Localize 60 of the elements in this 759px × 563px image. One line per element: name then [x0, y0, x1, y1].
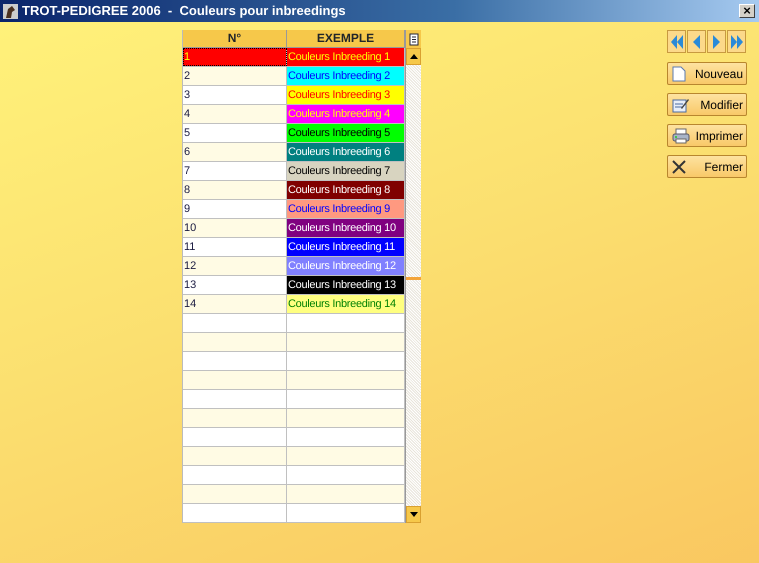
new-button[interactable]: Nouveau	[667, 62, 747, 85]
printer-icon	[672, 128, 690, 144]
color-example-cell[interactable]: Couleurs Inbreeding 6	[287, 143, 405, 161]
scrollbar-thumb[interactable]	[406, 277, 421, 280]
example-text: Couleurs Inbreeding 4	[288, 108, 390, 120]
example-text: Couleurs Inbreeding 9	[288, 203, 390, 215]
number-cell[interactable]: 8	[183, 181, 287, 199]
column-header[interactable]: N°	[183, 30, 287, 47]
color-example-cell[interactable]: Couleurs Inbreeding 9	[287, 200, 405, 218]
print-button[interactable]: Imprimer	[667, 124, 747, 147]
color-example-cell[interactable]: Couleurs Inbreeding 7	[287, 162, 405, 180]
number-cell[interactable]: 12	[183, 257, 287, 275]
number-cell[interactable]: 2	[183, 67, 287, 85]
color-example-cell[interactable]: Couleurs Inbreeding 13	[287, 276, 405, 294]
close-window-button[interactable]: Fermer	[667, 155, 747, 178]
example-text: Couleurs Inbreeding 11	[288, 241, 395, 253]
number-cell[interactable]: 4	[183, 105, 287, 123]
next-record-button[interactable]	[707, 30, 726, 53]
example-text: Couleurs Inbreeding 5	[288, 127, 390, 139]
number-cell[interactable]: 14	[183, 295, 287, 313]
color-example-cell[interactable]: Couleurs Inbreeding 10	[287, 219, 405, 237]
double-left-arrow-icon	[670, 34, 682, 48]
left-arrow-icon	[693, 34, 700, 48]
pencil-form-icon	[672, 96, 690, 112]
color-example-cell[interactable]: Couleurs Inbreeding 5	[287, 124, 405, 142]
down-arrow-icon	[410, 512, 418, 517]
scroll-down-button[interactable]	[406, 506, 421, 523]
up-arrow-icon	[410, 54, 418, 59]
previous-record-button[interactable]	[687, 30, 706, 53]
example-text: Couleurs Inbreeding 10	[288, 222, 396, 234]
color-example-cell[interactable]: Couleurs Inbreeding 3	[287, 86, 405, 104]
example-text: Couleurs Inbreeding 12	[288, 260, 396, 272]
document-icon	[672, 66, 686, 82]
example-text: Couleurs Inbreeding 14	[288, 298, 396, 310]
color-example-cell[interactable]: Couleurs Inbreeding 8	[287, 181, 405, 199]
first-record-button[interactable]	[667, 30, 686, 53]
edit-button[interactable]: Modifier	[667, 93, 747, 116]
right-arrow-icon	[713, 34, 720, 48]
close-x-icon	[672, 160, 686, 174]
number-cell[interactable]: 6	[183, 143, 287, 161]
example-text: Couleurs Inbreeding 6	[288, 146, 390, 158]
number-cell[interactable]: 10	[183, 219, 287, 237]
color-example-cell[interactable]: Couleurs Inbreeding 11	[287, 238, 405, 256]
example-text: Couleurs Inbreeding 1	[288, 51, 390, 63]
number-cell[interactable]: 1	[183, 48, 287, 66]
color-example-cell[interactable]: Couleurs Inbreeding 14	[287, 295, 405, 313]
example-text: Couleurs Inbreeding 7	[288, 165, 390, 177]
window-title: TROT-PEDIGREE 2006 - Couleurs pour inbreedings	[22, 2, 347, 20]
color-example-cell[interactable]: Couleurs Inbreeding 2	[287, 67, 405, 85]
example-text: Couleurs Inbreeding 2	[288, 70, 390, 82]
double-right-arrow-icon	[730, 34, 742, 48]
close-button[interactable]: ×	[739, 4, 755, 18]
example-text: Couleurs Inbreeding 3	[288, 89, 390, 101]
example-text: Couleurs Inbreeding 8	[288, 184, 390, 196]
app-icon	[3, 4, 18, 18]
example-text: Couleurs Inbreeding 13	[288, 279, 396, 291]
column-chooser-icon[interactable]	[408, 32, 418, 46]
color-example-cell[interactable]: Couleurs Inbreeding 1	[287, 48, 405, 66]
last-record-button[interactable]	[727, 30, 746, 53]
scroll-up-button[interactable]	[406, 48, 421, 65]
